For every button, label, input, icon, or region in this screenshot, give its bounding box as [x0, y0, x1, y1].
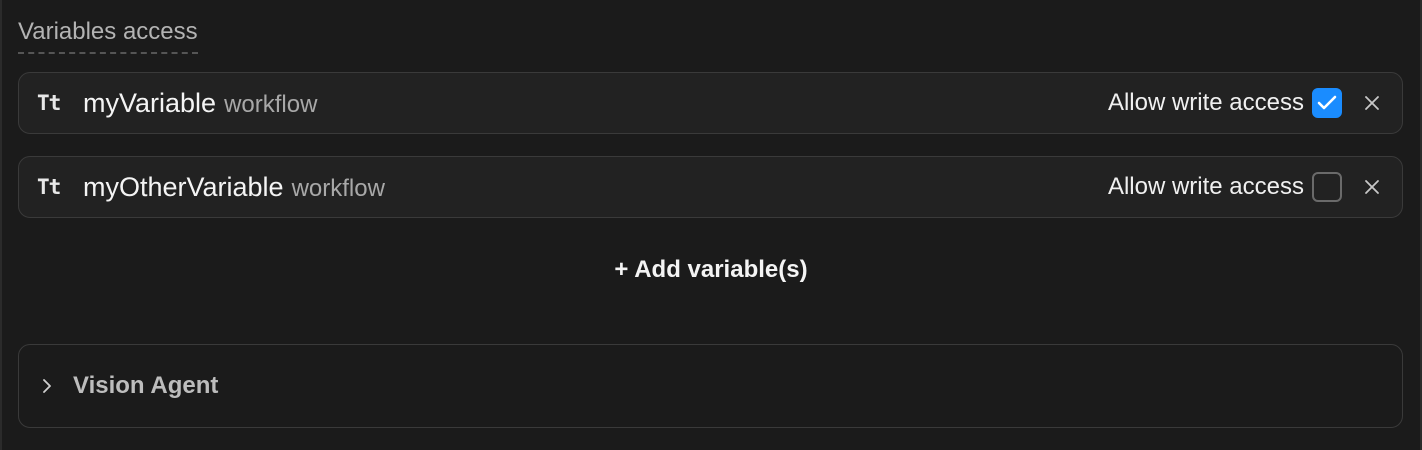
allow-write-access-label: Allow write access — [1107, 89, 1304, 116]
panel-left-edge — [0, 0, 2, 450]
allow-write-access-checkbox[interactable] — [1312, 172, 1342, 202]
chevron-right-icon — [41, 376, 55, 396]
variable-scope: workflow — [291, 175, 385, 202]
variable-row-myvariable: Tt myVariable workflow Allow write acces… — [18, 72, 1403, 134]
variable-row-myothervariable: Tt myOtherVariable workflow Allow write … — [18, 156, 1403, 218]
remove-variable-button[interactable] — [1360, 91, 1384, 115]
variable-name: myOtherVariable — [83, 171, 284, 202]
close-icon — [1365, 96, 1379, 110]
close-icon — [1365, 180, 1379, 194]
text-type-icon: Tt — [37, 91, 61, 115]
variable-name: myVariable — [83, 87, 217, 118]
allow-write-access-label: Allow write access — [1107, 173, 1304, 200]
accordion-label: Vision Agent — [73, 372, 219, 399]
allow-write-access-checkbox[interactable] — [1312, 88, 1342, 118]
variable-scope: workflow — [224, 91, 318, 118]
check-icon — [1317, 95, 1337, 110]
section-title: Variables access — [18, 18, 198, 54]
vision-agent-accordion[interactable]: Vision Agent — [18, 344, 1403, 428]
add-variables-button[interactable]: + Add variable(s) — [0, 256, 1422, 284]
remove-variable-button[interactable] — [1360, 175, 1384, 199]
text-type-icon: Tt — [37, 175, 61, 199]
